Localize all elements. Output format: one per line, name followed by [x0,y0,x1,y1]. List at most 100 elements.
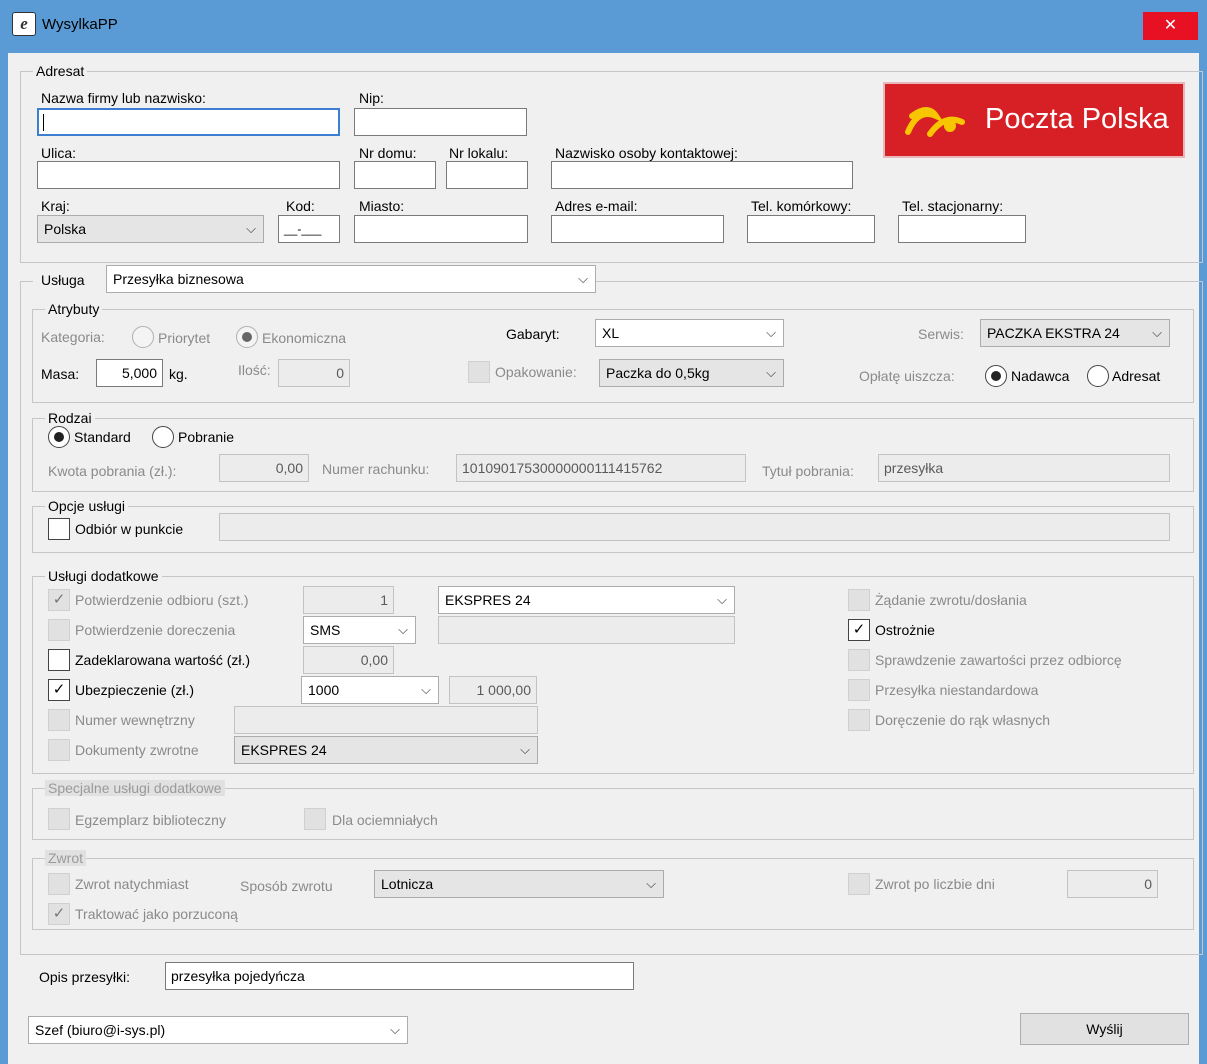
ulica-input[interactable] [37,161,340,189]
potw-dor-checkbox[interactable] [48,619,70,641]
po-dniach-checkbox[interactable] [848,873,870,895]
potw-odbioru-select[interactable]: EKSPRES 24 ⌵ [438,586,735,614]
adresat-radio[interactable] [1087,365,1109,387]
opakowanie-checkbox[interactable] [468,361,490,383]
pobranie-radio[interactable] [152,426,174,448]
email-input[interactable] [551,215,724,243]
konto-select[interactable]: Szef (biuro@i-sys.pl) ⌵ [28,1016,408,1044]
ubezp-checkbox[interactable]: ✓ [48,679,70,701]
ubezp-select-value: 1000 [308,682,340,698]
adresat-legend: Adresat [36,63,85,79]
ulica-label: Ulica: [41,145,77,161]
nip-input[interactable] [354,108,527,136]
nr-domu-input[interactable] [354,161,436,189]
kod-value: __-___ [284,222,322,236]
potw-odbioru-label: Potwierdzenie odbioru (szt.) [75,592,249,608]
nr-lokalu-label: Nr lokalu: [449,145,509,161]
sprawdzenie-label: Sprawdzenie zawartości przez odbiorcę [875,652,1122,668]
sposob-select[interactable]: Lotnicza ⌵ [374,870,664,898]
standard-label: Standard [74,429,131,445]
send-button[interactable]: Wyślij [1020,1013,1189,1045]
kraj-label: Kraj: [41,198,70,214]
adresat-label: Adresat [1112,368,1161,384]
ubezp-select[interactable]: 1000 ⌵ [301,676,439,704]
gabaryt-select[interactable]: XL ⌵ [595,319,784,347]
chevron-down-icon: ⌵ [646,876,656,891]
potw-odbioru-checkbox[interactable]: ✓ [48,589,70,611]
opcje-legend: Opcje usługi [48,498,126,514]
rachunek-label: Numer rachunku: [322,461,430,477]
gabaryt-label: Gabaryt: [506,326,560,342]
close-icon[interactable]: ✕ [1164,17,1177,34]
rak-checkbox[interactable] [848,709,870,731]
close-button[interactable]: ✕ [1143,12,1198,40]
nazwa-input[interactable] [37,108,340,136]
ubezp-input[interactable]: 1 000,00 [449,676,537,704]
nip-label: Nip: [359,90,384,106]
niestand-checkbox[interactable] [848,679,870,701]
potw-dor-input[interactable] [438,616,735,644]
kontakt-label: Nazwisko osoby kontaktowej: [555,145,738,161]
zwrot-legend: Zwrot [45,850,86,866]
natychmiast-checkbox[interactable] [48,873,70,895]
zadanie-checkbox[interactable] [848,589,870,611]
numer-wewn-input[interactable] [234,706,538,734]
ekonomiczna-label: Ekonomiczna [262,330,347,346]
chevron-down-icon: ⌵ [766,365,776,380]
window-content: Adresat Nazwa firmy lub nazwisko: Nip: U… [8,53,1203,1064]
tytul-input[interactable]: przesyłka [878,454,1170,482]
zadekl-input[interactable]: 0,00 [303,646,394,674]
sposob-label: Sposób zwrotu [240,878,333,894]
porzucona-label: Traktować jako porzuconą [75,906,238,922]
odbior-checkbox[interactable] [48,518,70,540]
kraj-select[interactable]: Polska ⌵ [37,215,264,243]
usluga-select[interactable]: Przesyłka biznesowa ⌵ [106,265,596,293]
priorytet-radio[interactable] [132,326,154,348]
chevron-down-icon: ⌵ [398,622,408,637]
serwis-select[interactable]: PACZKA EKSTRA 24 ⌵ [980,319,1170,347]
rodzai-legend: Rodzai [48,410,92,426]
tel-stac-input[interactable] [898,215,1026,243]
masa-input[interactable]: 5,000 [96,359,163,387]
potw-odbioru-value: 1 [380,592,388,608]
dok-zwrotne-select[interactable]: EKSPRES 24 ⌵ [234,736,538,764]
potw-odbioru-input[interactable]: 1 [303,586,394,614]
dni-input[interactable]: 0 [1067,870,1158,898]
zadanie-label: Żądanie zwrotu/dosłania [875,592,1027,608]
opis-input[interactable]: przesyłka pojedyńcza [165,962,634,990]
ilosc-input[interactable]: 0 [278,359,350,387]
rachunek-input[interactable]: 10109017530000000111415762 [456,454,746,482]
post-horn-icon [905,107,965,137]
sprawdzenie-checkbox[interactable] [848,649,870,671]
ociemn-checkbox[interactable] [304,808,326,830]
nr-lokalu-input[interactable] [446,161,528,189]
masa-unit: kg. [169,366,188,382]
specjalne-group: Specjalne usługi dodatkowe [32,780,1194,840]
ociemn-label: Dla ociemniałych [332,812,438,828]
tel-kom-input[interactable] [747,215,875,243]
miasto-input[interactable] [354,215,528,243]
potw-dor-select[interactable]: SMS ⌵ [303,616,416,644]
ostroznie-label: Ostrożnie [875,622,935,638]
dok-zwrotne-checkbox[interactable] [48,739,70,761]
kwota-input[interactable]: 0,00 [219,454,309,482]
standard-radio[interactable] [48,426,70,448]
kategoria-label: Kategoria: [41,329,105,345]
ostroznie-checkbox[interactable]: ✓ [848,619,870,641]
numer-wewn-checkbox[interactable] [48,709,70,731]
serwis-label: Serwis: [918,326,964,342]
kod-input[interactable]: __-___ [278,215,340,243]
egzemplarz-checkbox[interactable] [48,808,70,830]
opis-label: Opis przesyłki: [39,969,131,985]
usluga-value: Przesyłka biznesowa [113,271,244,287]
porzucona-checkbox[interactable]: ✓ [48,903,70,925]
gabaryt-value: XL [602,325,620,341]
sposob-value: Lotnicza [381,876,434,892]
opakowanie-select[interactable]: Paczka do 0,5kg ⌵ [599,359,784,387]
kontakt-input[interactable] [551,161,853,189]
nadawca-radio[interactable] [985,365,1007,387]
odbior-punkt-input[interactable] [219,513,1170,541]
natychmiast-label: Zwrot natychmiast [75,876,189,892]
zadekl-checkbox[interactable] [48,649,70,671]
ekonomiczna-radio[interactable] [236,326,258,348]
